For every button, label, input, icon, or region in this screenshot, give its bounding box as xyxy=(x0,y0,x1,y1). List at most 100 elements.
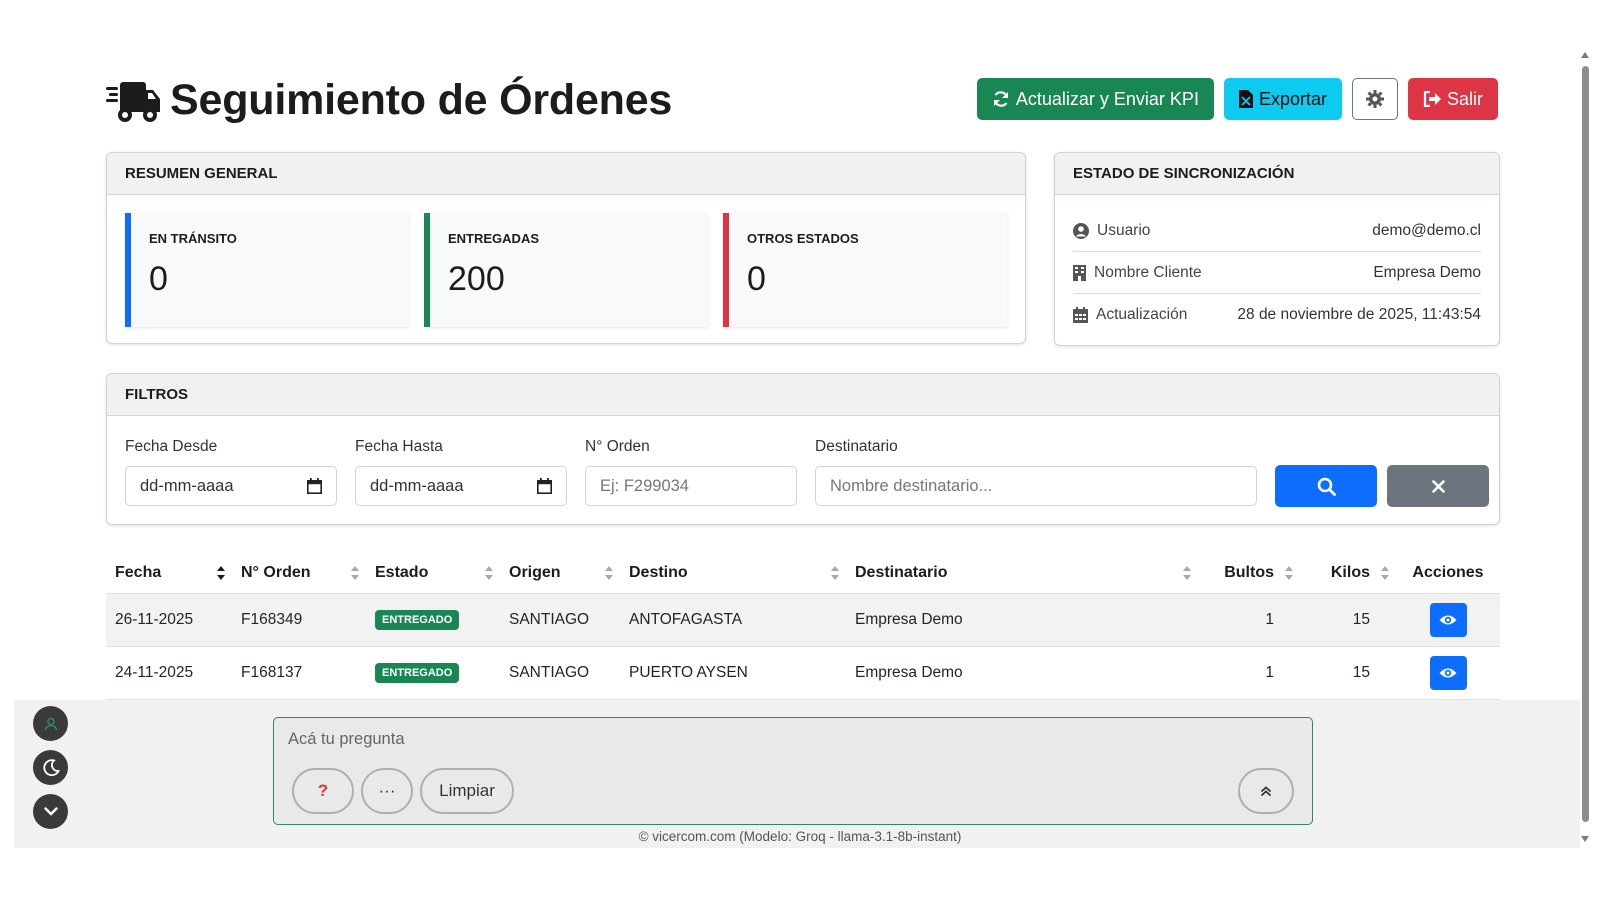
stat-value: 0 xyxy=(747,260,766,298)
stat-value: 0 xyxy=(149,260,168,298)
order-input[interactable]: Ej: F299034 xyxy=(585,466,797,506)
sync-value: demo@demo.cl xyxy=(1372,221,1481,239)
scroll-thumb[interactable] xyxy=(1582,66,1589,822)
dark-mode-toggle[interactable] xyxy=(33,750,68,785)
sync-row-client: Nombre Cliente Empresa Demo xyxy=(1073,252,1481,294)
settings-button[interactable] xyxy=(1351,78,1398,120)
date-from-value: dd-mm-aaaa xyxy=(140,476,234,495)
sort-icon[interactable] xyxy=(1380,565,1390,581)
sync-card: ESTADO DE SINCRONIZACIÓN Usuario demo@de… xyxy=(1054,152,1500,346)
table-header: Fecha N° Orden Estado Origen Destino Des… xyxy=(106,552,1500,594)
expand-chat-button[interactable] xyxy=(1238,768,1294,814)
refresh-icon xyxy=(993,91,1008,107)
sort-icon[interactable] xyxy=(484,565,494,581)
col-orden[interactable]: N° Orden xyxy=(232,564,366,582)
filter-order: N° Orden Ej: F299034 xyxy=(585,438,797,506)
col-label: Acciones xyxy=(1412,563,1484,581)
col-destino[interactable]: Destino xyxy=(620,564,846,582)
stat-value: 200 xyxy=(448,260,505,298)
date-from-input[interactable]: dd-mm-aaaa xyxy=(125,466,337,506)
summary-card: RESUMEN GENERAL EN TRÁNSITO 0 ENTREGADAS… xyxy=(106,152,1026,344)
cell-acciones xyxy=(1396,603,1500,637)
more-button[interactable]: ··· xyxy=(361,768,413,814)
close-icon xyxy=(1431,479,1445,493)
logout-label: Salir xyxy=(1446,88,1483,109)
logout-button[interactable]: Salir xyxy=(1407,78,1498,120)
export-button[interactable]: Exportar xyxy=(1223,78,1342,120)
update-kpi-button[interactable]: Actualizar y Enviar KPI xyxy=(976,78,1214,120)
stat-label: OTROS ESTADOS xyxy=(747,231,859,246)
recipient-placeholder: Nombre destinatario... xyxy=(830,476,993,495)
chat-box[interactable]: Acá tu pregunta ? ··· Limpiar xyxy=(273,717,1313,825)
stat-delivered: ENTREGADAS 200 xyxy=(424,213,708,327)
header-actions: Actualizar y Enviar KPI Exportar Salir xyxy=(976,78,1498,120)
cell-kilos: 15 xyxy=(1352,611,1370,628)
chat-input[interactable]: Acá tu pregunta xyxy=(288,730,405,749)
vertical-scrollbar[interactable] xyxy=(1578,52,1592,842)
chevron-down-icon xyxy=(43,807,58,816)
recipient-input[interactable]: Nombre destinatario... xyxy=(815,466,1257,506)
user-icon xyxy=(44,717,57,730)
col-fecha[interactable]: Fecha xyxy=(106,564,232,582)
cell-destino: PUERTO AYSEN xyxy=(629,664,748,681)
cell-origen: SANTIAGO xyxy=(509,664,590,681)
search-icon xyxy=(1317,477,1336,496)
cell-orden: F168137 xyxy=(241,664,303,681)
date-to-input[interactable]: dd-mm-aaaa xyxy=(355,466,567,506)
scroll-up-arrow[interactable] xyxy=(1581,52,1589,58)
search-button[interactable] xyxy=(1275,465,1377,507)
col-estado[interactable]: Estado xyxy=(366,564,500,582)
filter-date-to: Fecha Hasta dd-mm-aaaa xyxy=(355,438,567,506)
cell-fecha: 26-11-2025 xyxy=(115,611,194,628)
collapse-button[interactable] xyxy=(33,794,68,829)
status-badge: ENTREGADO xyxy=(375,663,460,683)
cell-bultos: 1 xyxy=(1265,611,1274,628)
double-chevron-up-icon xyxy=(1261,786,1271,796)
filter-date-from: Fecha Desde dd-mm-aaaa xyxy=(125,438,337,506)
filter-label: Fecha Desde xyxy=(125,438,218,455)
sync-label: Usuario xyxy=(1097,221,1151,239)
order-placeholder: Ej: F299034 xyxy=(600,476,689,495)
filters-title: FILTROS xyxy=(107,374,1499,416)
col-label: Bultos xyxy=(1224,563,1274,581)
cell-destino: ANTOFAGASTA xyxy=(629,611,743,628)
col-kilos[interactable]: Kilos xyxy=(1300,564,1396,582)
sort-icon[interactable] xyxy=(350,565,360,581)
help-button[interactable]: ? xyxy=(292,768,354,814)
excel-file-icon xyxy=(1238,90,1253,108)
col-origen[interactable]: Origen xyxy=(500,564,620,582)
cell-estado: ENTREGADO xyxy=(366,663,500,683)
col-destinatario[interactable]: Destinatario xyxy=(846,564,1198,582)
col-label: Kilos xyxy=(1330,563,1370,581)
calendar-icon[interactable] xyxy=(537,478,552,494)
sort-desc-icon[interactable] xyxy=(216,565,226,581)
export-label: Exportar xyxy=(1258,88,1327,109)
sort-icon[interactable] xyxy=(604,565,614,581)
user-avatar-button[interactable] xyxy=(33,706,68,741)
eye-icon xyxy=(1439,668,1457,678)
user-circle-icon xyxy=(1073,222,1089,239)
eye-icon xyxy=(1439,615,1457,625)
cell-bultos: 1 xyxy=(1265,664,1274,681)
view-order-button[interactable] xyxy=(1429,603,1467,637)
clear-chat-button[interactable]: Limpiar xyxy=(420,768,514,814)
col-bultos[interactable]: Bultos xyxy=(1198,564,1300,582)
sort-icon[interactable] xyxy=(1284,565,1294,581)
sync-row-user: Usuario demo@demo.cl xyxy=(1073,210,1481,252)
title-block: Seguimiento de Órdenes xyxy=(106,76,672,125)
clear-filters-button[interactable] xyxy=(1387,465,1489,507)
status-badge: ENTREGADO xyxy=(375,610,460,630)
footer-credit: © vicercom.com (Modelo: Groq - llama-3.1… xyxy=(638,829,962,844)
calendar-icon[interactable] xyxy=(307,478,322,494)
stat-label: EN TRÁNSITO xyxy=(149,231,237,246)
cell-acciones xyxy=(1396,656,1500,690)
view-order-button[interactable] xyxy=(1429,656,1467,690)
cell-origen: SANTIAGO xyxy=(509,611,590,628)
moon-icon xyxy=(42,758,60,776)
sort-icon[interactable] xyxy=(830,565,840,581)
calendar-icon xyxy=(1073,307,1088,323)
sync-label: Nombre Cliente xyxy=(1094,263,1202,281)
sort-icon[interactable] xyxy=(1182,565,1192,581)
stat-other: OTROS ESTADOS 0 xyxy=(723,213,1007,327)
cell-destinatario: Empresa Demo xyxy=(855,611,963,628)
